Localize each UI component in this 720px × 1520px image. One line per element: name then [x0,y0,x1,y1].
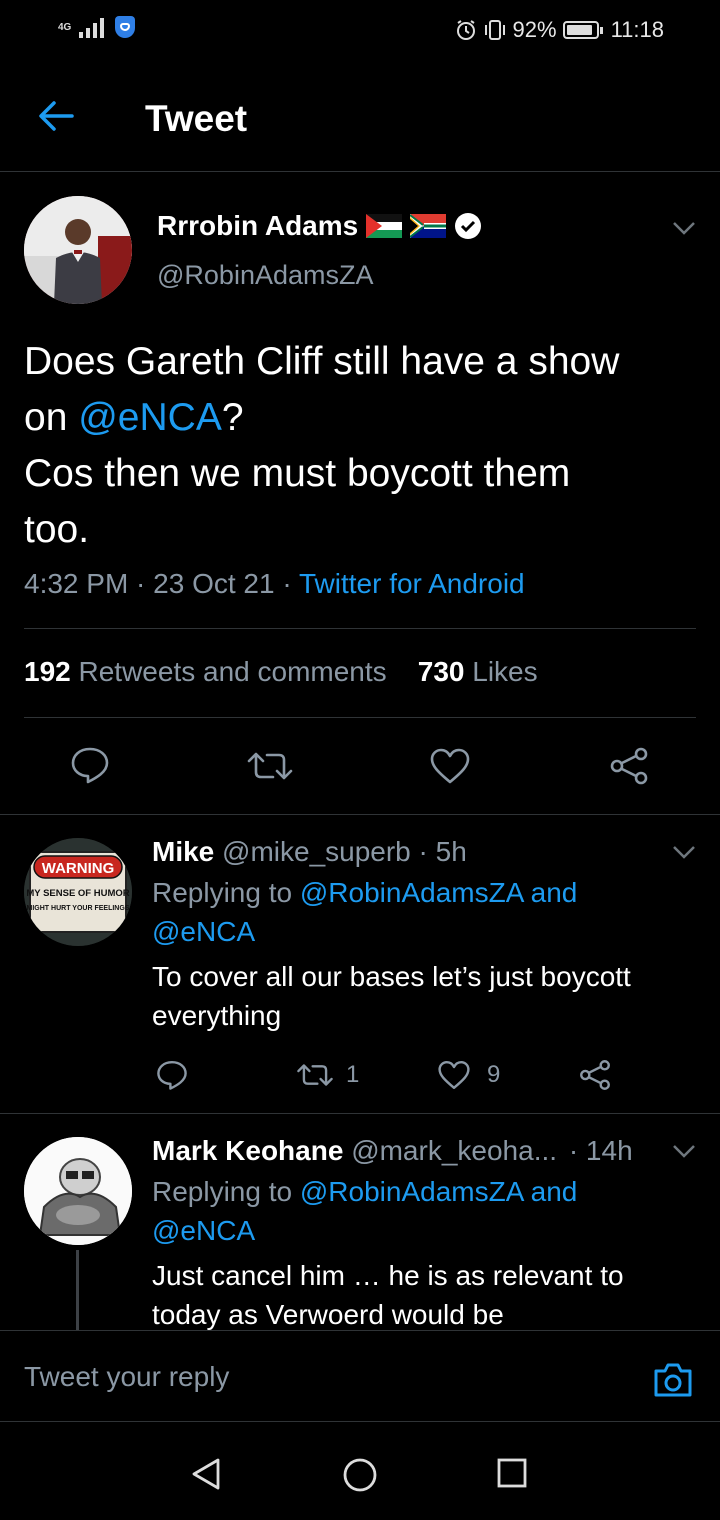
top-app-bar: Tweet [0,62,720,172]
reply-text: To cover all our bases let’s just boycot… [152,961,631,1031]
page-title: Tweet [145,98,248,139]
retweets-stat[interactable]: 192 Retweets and comments [24,656,387,687]
reply-composer[interactable]: Tweet your reply [0,1330,720,1422]
reply-author-handle[interactable]: @mike_superb [222,836,411,867]
reply-item[interactable]: Mark Keohane @mark_keoha... · 14h Replyi… [0,1113,720,1330]
camera-icon[interactable] [652,1361,694,1399]
reply-author-handle[interactable]: @mark_keoha... [351,1135,557,1166]
reply-author-name[interactable]: Mark Keohane [152,1135,343,1166]
palestine-flag-icon [366,214,403,238]
replying-to: Replying to @RobinAdamsZA and @eNCA [152,877,578,947]
verified-badge-icon [455,213,482,239]
author-name[interactable]: Rrrobin Adams [157,210,482,242]
vpn-shield-icon [115,16,136,38]
tweet-text: Does Gareth Cliff still have a show on @… [24,340,620,551]
status-bar: 4G 92% 11:18 [0,0,720,62]
signal-icon [79,18,105,38]
likes-stat[interactable]: 730 Likes [418,656,538,687]
clock: 11:18 [610,17,664,42]
reply-icon[interactable] [156,1059,188,1091]
south-africa-flag-icon [410,214,447,238]
mention-link[interactable]: @eNCA [152,1215,255,1246]
share-icon[interactable] [608,746,650,786]
reply-author-name[interactable]: Mike [152,836,214,867]
svg-text:WARNING: WARNING [42,860,115,877]
vibrate-icon [484,20,505,40]
mention-link[interactable]: @RobinAdamsZA [300,1176,523,1207]
mention-link[interactable]: @eNCA [78,396,222,439]
network-type: 4G [58,21,72,33]
like-heart-icon[interactable] [438,1060,470,1090]
svg-text:MY SENSE OF HUMOR: MY SENSE OF HUMOR [26,888,129,899]
chevron-down-icon[interactable] [672,220,696,236]
mention-link[interactable]: @RobinAdamsZA [300,877,523,908]
share-icon[interactable] [578,1058,612,1092]
mention-link[interactable]: @eNCA [152,916,255,947]
reply-avatar[interactable] [24,1137,132,1245]
system-navigation-bar [0,1423,720,1520]
reply-header: Mark Keohane @mark_keoha... · 14h [152,1135,633,1166]
retweet-icon[interactable] [246,750,294,782]
retweet-icon[interactable] [296,1062,334,1088]
replying-to: Replying to @RobinAdamsZA and @eNCA [152,1176,578,1246]
reply-text: Just cancel him … he is as relevant to t… [152,1260,624,1330]
chevron-down-icon[interactable] [672,844,696,860]
tweet-time: 4:32 PM [24,568,129,599]
like-heart-icon[interactable] [430,748,470,784]
reply-age: 14h [585,1135,633,1166]
author-avatar[interactable] [24,196,132,304]
reply-input[interactable]: Tweet your reply [24,1361,229,1393]
tweet-actions [0,742,720,790]
reply-item[interactable]: WARNING MY SENSE OF HUMOR MIGHT HURT YOU… [0,814,720,1114]
tweet-stats: 192 Retweets and comments 730 Likes [24,656,538,688]
reply-avatar[interactable]: WARNING MY SENSE OF HUMOR MIGHT HURT YOU… [24,838,132,946]
tweet-source[interactable]: Twitter for Android [299,568,525,599]
thread-connector-line [76,1250,79,1330]
reply-icon[interactable] [70,746,110,784]
back-arrow-icon[interactable] [36,98,76,134]
svg-text:MIGHT HURT YOUR FEELINGS: MIGHT HURT YOUR FEELINGS [27,905,130,912]
reply-actions: 1 9 [0,1056,720,1096]
tweet-date: 23 Oct 21 [153,568,275,599]
nav-home-icon[interactable] [342,1457,378,1493]
tweet-meta: 4:32 PM · 23 Oct 21 · Twitter for Androi… [24,568,525,599]
battery-icon [562,21,603,39]
reply-like-count: 9 [487,1061,501,1088]
reply-age: 5h [435,836,467,867]
author-handle[interactable]: @RobinAdamsZA [157,260,374,291]
nav-recents-icon[interactable] [496,1457,528,1489]
reply-retweet-count: 1 [346,1061,360,1088]
battery-percent: 92% [512,17,557,42]
alarm-icon [456,20,475,40]
nav-back-icon[interactable] [190,1457,222,1491]
reply-header: Mike @mike_superb · 5h [152,836,467,867]
chevron-down-icon[interactable] [672,1143,696,1159]
